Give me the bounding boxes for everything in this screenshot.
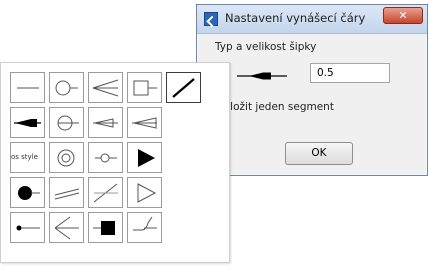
title-bar[interactable]: Nastavení vynášecí čáry ✕ (197, 5, 427, 34)
dialog-title: Nastavení vynášecí čáry (225, 11, 366, 25)
slash-end-icon (172, 78, 195, 98)
curve-end-icon (133, 216, 157, 231)
open-arrow-icon (92, 79, 119, 97)
end-style-plain-line[interactable] (10, 72, 45, 103)
small-circle-end-icon (95, 153, 117, 163)
filled-arrow-icon (14, 119, 41, 127)
leader-line-settings-dialog: Nastavení vynášecí čáry ✕ Typ a velikost… (196, 4, 428, 176)
arrow-type-size-label: Typ a velikost šipky (215, 41, 317, 53)
arrow-preview-icon (237, 72, 287, 80)
line-end-style-palette: os style (0, 62, 230, 263)
end-style-filled-square[interactable] (88, 212, 123, 243)
end-style-open-arrow[interactable] (88, 72, 123, 103)
filled-square-icon (93, 221, 115, 235)
end-style-os-style[interactable]: os style (10, 142, 45, 173)
plain-line-icon (17, 87, 39, 89)
end-style-small-dot[interactable] (10, 212, 45, 243)
open-circle-end-icon (55, 80, 78, 96)
end-style-double-circle[interactable] (49, 142, 84, 173)
end-style-filled-arrow[interactable] (10, 107, 45, 138)
app-icon (204, 12, 218, 26)
end-style-filled-dot[interactable] (10, 177, 45, 208)
end-style-open-circle[interactable] (49, 72, 84, 103)
end-style-double-slim-arrow[interactable] (88, 107, 123, 138)
end-style-open-square[interactable] (127, 72, 162, 103)
end-style-curve[interactable] (127, 212, 162, 243)
end-style-filled-triangle[interactable] (127, 142, 162, 173)
small-dot-icon (16, 225, 40, 231)
end-style-angled-line[interactable] (88, 177, 123, 208)
arrow-size-input[interactable]: 0.5 (310, 63, 390, 83)
single-segment-label: Vložit jeden segment (223, 101, 334, 113)
arrow-type-selector-button[interactable] (235, 65, 289, 87)
end-style-wide-arrow[interactable] (49, 212, 84, 243)
double-circle-icon (57, 149, 75, 167)
end-style-slash[interactable] (166, 72, 201, 103)
open-triangle-icon (137, 183, 157, 203)
end-style-small-circle[interactable] (88, 142, 123, 173)
half-circle-end-icon (57, 115, 79, 131)
filled-dot-icon (18, 186, 40, 200)
open-square-end-icon (133, 80, 157, 96)
open-triangle-arrow-icon (132, 117, 157, 129)
end-style-open-triangle[interactable] (127, 177, 162, 208)
close-button[interactable]: ✕ (383, 7, 423, 24)
close-icon: ✕ (398, 9, 408, 22)
double-line-icon (54, 188, 80, 200)
ok-button[interactable]: OK (285, 142, 353, 165)
os-style-label: os style (11, 153, 38, 161)
end-style-double-line[interactable] (49, 177, 84, 208)
end-style-half-circle[interactable] (49, 107, 84, 138)
double-slim-arrow-icon (93, 118, 118, 128)
end-style-open-triangle-arrow[interactable] (127, 107, 162, 138)
wide-arrow-icon (54, 216, 79, 240)
filled-triangle-icon (138, 149, 155, 167)
angled-line-icon (93, 183, 118, 203)
